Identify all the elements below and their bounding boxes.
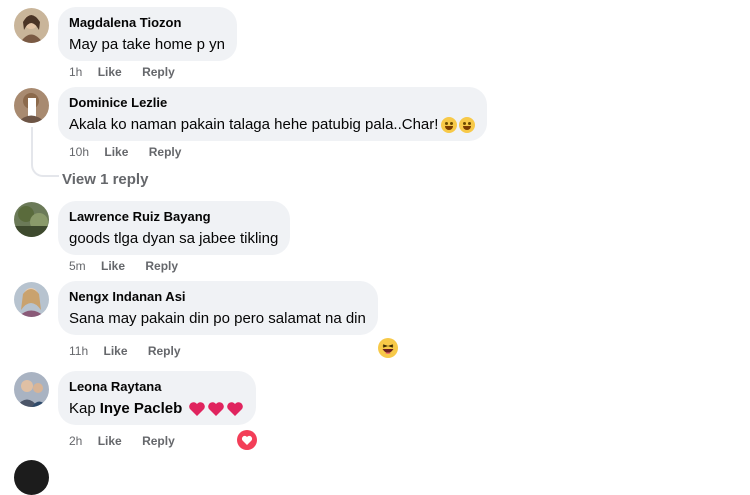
- comment-bubble: Leona Raytana Kap Inye Pacleb: [58, 371, 257, 425]
- haha-reaction-icon[interactable]: [378, 338, 398, 358]
- comment-bubble: Lawrence Ruiz Bayang goods tlga dyan sa …: [58, 201, 291, 255]
- comment-author[interactable]: Leona Raytana: [69, 378, 244, 395]
- love-reaction-icon[interactable]: [237, 430, 257, 450]
- avatar[interactable]: [14, 88, 49, 123]
- comment-timestamp[interactable]: 5m: [69, 259, 86, 273]
- comment-actions: 2h Like Reply: [69, 434, 192, 448]
- comment-text: Akala ko naman pakain talaga hehe patubi…: [69, 115, 476, 135]
- like-button[interactable]: Like: [104, 145, 128, 159]
- heart-icon: [208, 402, 225, 416]
- like-button[interactable]: Like: [98, 65, 122, 79]
- comment-author[interactable]: Magdalena Tiozon: [69, 14, 225, 31]
- reply-button[interactable]: Reply: [142, 65, 175, 79]
- comment-actions: 5m Like Reply: [69, 259, 195, 273]
- comment-text: May pa take home p yn: [69, 35, 225, 55]
- reply-button[interactable]: Reply: [149, 145, 182, 159]
- avatar[interactable]: [14, 8, 49, 43]
- grin-emoji-icon: [459, 117, 476, 133]
- comment-text: Kap Inye Pacleb: [69, 399, 244, 419]
- comment-timestamp[interactable]: 2h: [69, 434, 82, 448]
- avatar[interactable]: [14, 282, 49, 317]
- view-replies-link[interactable]: View 1 reply: [62, 171, 148, 188]
- comment-timestamp[interactable]: 10h: [69, 145, 89, 159]
- comment-text-body: Akala ko naman pakain talaga hehe patubi…: [69, 116, 439, 133]
- comment-bubble: Magdalena Tiozon May pa take home p yn: [58, 7, 237, 61]
- like-button[interactable]: Like: [103, 344, 127, 358]
- comment-timestamp[interactable]: 1h: [69, 65, 82, 79]
- comment-author[interactable]: Lawrence Ruiz Bayang: [69, 208, 278, 225]
- comment-actions: 11h Like Reply: [69, 344, 198, 358]
- comment-text-body: Sana may pakain din po pero salamat na d…: [69, 310, 366, 327]
- comment-bubble: Dominice Lezlie Akala ko naman pakain ta…: [58, 87, 488, 141]
- reply-thread-line: [31, 127, 59, 177]
- comment-text-body: goods tlga dyan sa jabee tikling: [69, 230, 279, 247]
- comment-actions: 10h Like Reply: [69, 145, 198, 159]
- avatar[interactable]: [14, 460, 49, 495]
- mention-link[interactable]: Inye Pacleb: [100, 399, 183, 419]
- reply-button[interactable]: Reply: [142, 434, 175, 448]
- comment-timestamp[interactable]: 11h: [69, 344, 88, 358]
- comment-text-body: May pa take home p yn: [69, 36, 225, 53]
- heart-icon: [227, 402, 244, 416]
- comment-text: goods tlga dyan sa jabee tikling: [69, 229, 278, 249]
- comment-author[interactable]: Dominice Lezlie: [69, 94, 475, 111]
- comment-bubble: Nengx Indanan Asi Sana may pakain din po…: [58, 281, 378, 335]
- like-button[interactable]: Like: [98, 434, 122, 448]
- comment-author[interactable]: Nengx Indanan Asi: [69, 288, 366, 305]
- comment-text-body: Kap: [69, 400, 96, 417]
- avatar[interactable]: [14, 202, 49, 237]
- reply-button[interactable]: Reply: [148, 344, 181, 358]
- avatar[interactable]: [14, 372, 49, 407]
- reply-button[interactable]: Reply: [145, 259, 178, 273]
- heart-icon: [189, 402, 206, 416]
- comment-actions: 1h Like Reply: [69, 65, 192, 79]
- grin-emoji-icon: [441, 117, 458, 133]
- comment-text: Sana may pakain din po pero salamat na d…: [69, 309, 366, 329]
- like-button[interactable]: Like: [101, 259, 125, 273]
